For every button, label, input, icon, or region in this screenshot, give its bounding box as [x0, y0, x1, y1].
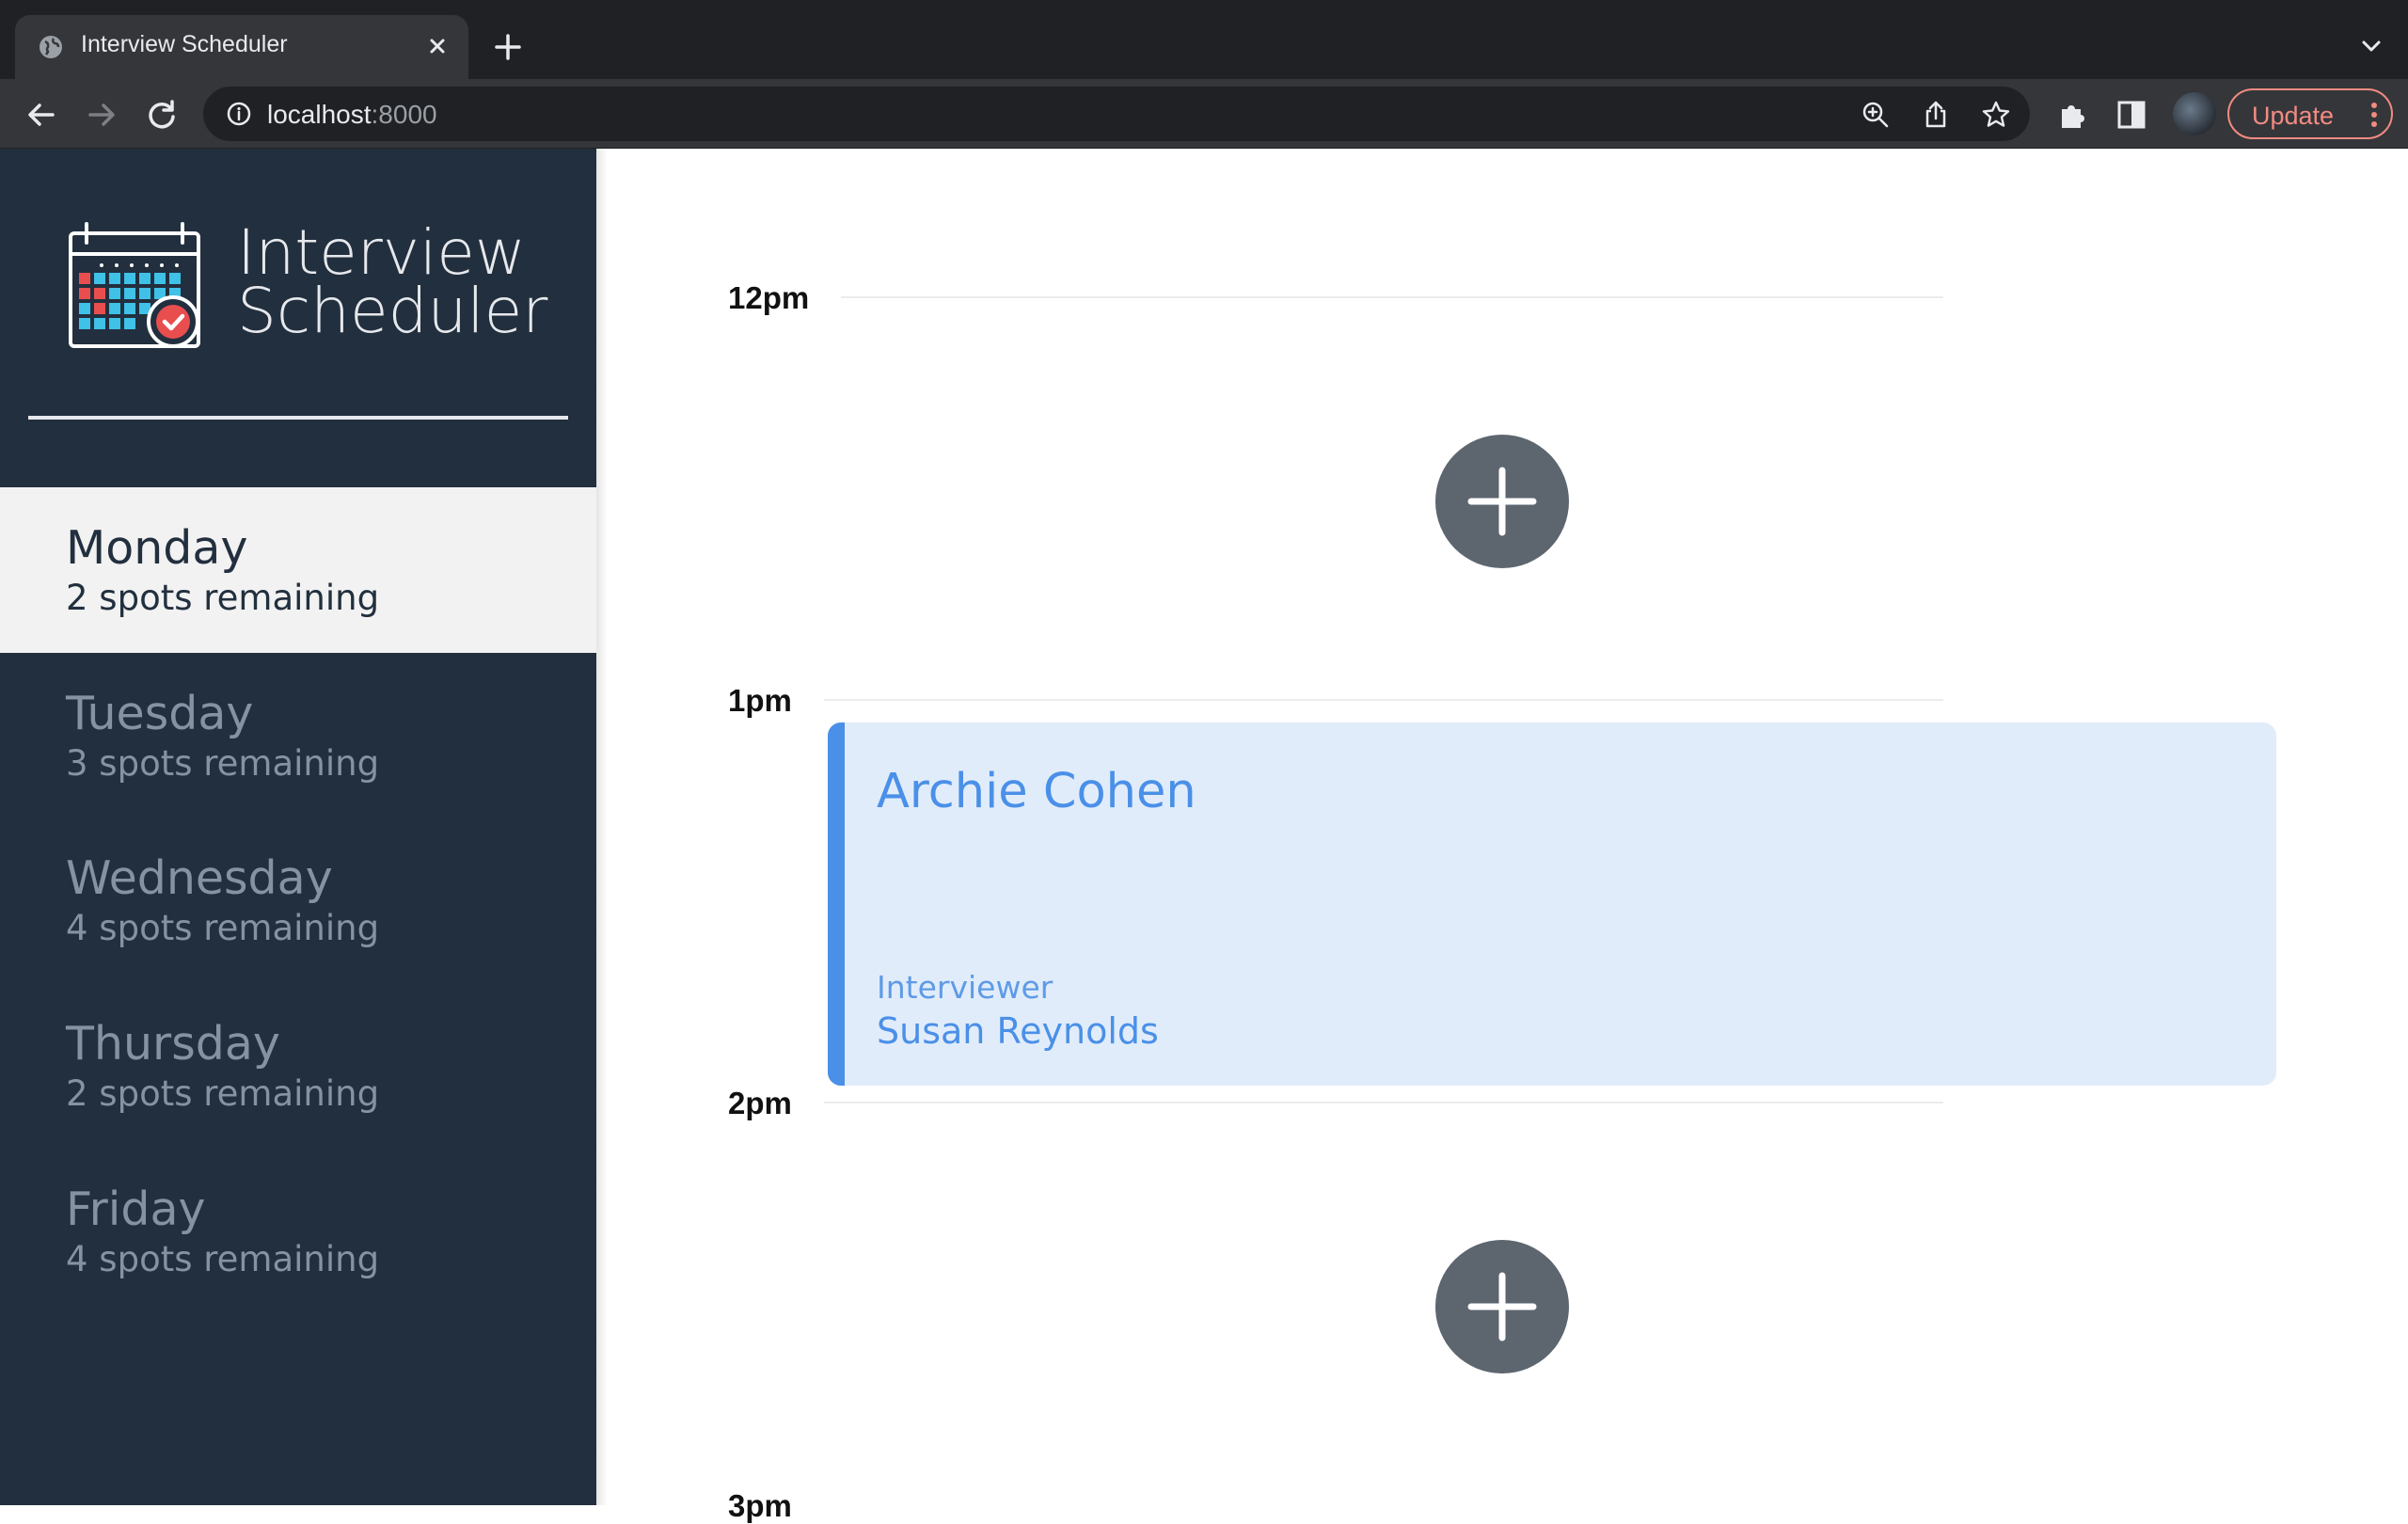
calendar-logo-icon [69, 222, 200, 348]
side-panel-icon[interactable] [2115, 98, 2148, 132]
appointment-accent-bar [828, 722, 845, 1086]
more-vert-icon [2371, 103, 2377, 127]
day-item-wednesday[interactable]: Wednesday 4 spots remaining [0, 818, 596, 983]
interviewer-name: Susan Reynolds [877, 1010, 1159, 1052]
time-slot-label: 2pm [728, 1086, 792, 1120]
day-name: Tuesday [66, 687, 254, 740]
plus-icon [1467, 1272, 1537, 1341]
day-name: Monday [66, 521, 248, 575]
interviewer-label: Interviewer [877, 969, 1054, 1006]
appointment-card[interactable]: Archie Cohen Interviewer Susan Reynolds [828, 722, 2276, 1086]
time-slot-label: 12pm [728, 280, 810, 315]
time-divider [824, 699, 1943, 701]
close-icon[interactable] [421, 30, 453, 62]
tab-title: Interview Scheduler [81, 31, 288, 57]
info-icon[interactable] [226, 101, 252, 127]
extensions-icon[interactable] [2056, 98, 2090, 132]
day-item-friday[interactable]: Friday 4 spots remaining [0, 1149, 596, 1314]
time-slot-label: 3pm [728, 1488, 792, 1523]
new-tab-icon[interactable] [489, 28, 527, 66]
reload-icon[interactable] [143, 96, 181, 134]
star-icon[interactable] [1981, 100, 2011, 130]
profile-avatar[interactable] [2173, 92, 2216, 135]
update-button[interactable]: Update [2227, 88, 2393, 139]
day-item-monday[interactable]: Monday 2 spots remaining [0, 487, 596, 653]
chevron-down-icon[interactable] [2357, 32, 2385, 60]
day-spots: 4 spots remaining [66, 908, 380, 948]
day-name: Thursday [66, 1017, 280, 1071]
sidebar-divider [28, 416, 568, 420]
time-divider [841, 296, 1943, 298]
schedule: 12pm 1pm Archie Cohen Interviewer Susan … [608, 149, 2408, 1523]
add-appointment-button[interactable] [1435, 435, 1569, 568]
day-item-thursday[interactable]: Thursday 2 spots remaining [0, 983, 596, 1149]
day-spots: 3 spots remaining [66, 743, 380, 784]
day-spots: 2 spots remaining [66, 1073, 380, 1114]
app-title: Interview Scheduler [237, 216, 548, 347]
time-divider [824, 1102, 1943, 1103]
back-icon[interactable] [23, 96, 60, 134]
zoom-icon[interactable] [1861, 100, 1891, 130]
student-name: Archie Cohen [877, 764, 1196, 819]
browser-toolbar: localhost:8000 Update [0, 79, 2408, 149]
globe-icon [40, 36, 62, 58]
time-slot-label: 1pm [728, 683, 792, 718]
day-item-tuesday[interactable]: Tuesday 3 spots remaining [0, 653, 596, 818]
day-spots: 2 spots remaining [66, 578, 380, 618]
address-bar[interactable]: localhost:8000 [203, 87, 2030, 141]
sidebar: Interview Scheduler Monday 2 spots remai… [0, 149, 596, 1505]
plus-icon [1467, 467, 1537, 536]
sidebar-shadow [596, 149, 608, 1505]
add-appointment-button[interactable] [1435, 1240, 1569, 1373]
day-name: Wednesday [66, 851, 333, 905]
browser-tab-bar: Interview Scheduler [0, 0, 2408, 79]
share-icon[interactable] [1921, 100, 1951, 130]
url-text: localhost:8000 [267, 100, 437, 129]
browser-tab[interactable]: Interview Scheduler [15, 15, 468, 79]
forward-icon[interactable] [83, 96, 120, 134]
day-spots: 4 spots remaining [66, 1239, 380, 1279]
day-name: Friday [66, 1183, 206, 1236]
